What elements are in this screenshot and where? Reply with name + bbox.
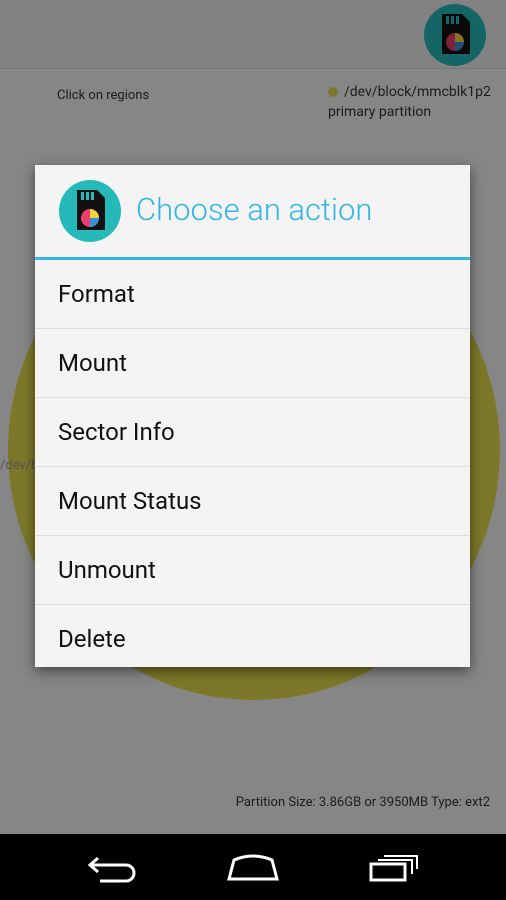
menu-item-delete[interactable]: Delete [35, 605, 470, 673]
menu-item-mount[interactable]: Mount [35, 329, 470, 398]
back-icon[interactable] [86, 852, 138, 888]
action-dialog: Choose an action Format Mount Sector Inf… [35, 165, 470, 667]
sd-card-icon [59, 180, 121, 242]
navigation-bar [0, 834, 506, 900]
dialog-header: Choose an action [35, 165, 470, 260]
dialog-title: Choose an action [136, 191, 373, 228]
menu-item-mount-status[interactable]: Mount Status [35, 467, 470, 536]
action-menu: Format Mount Sector Info Mount Status Un… [35, 260, 470, 673]
home-icon[interactable] [226, 852, 280, 888]
recents-icon[interactable] [368, 852, 420, 888]
menu-item-sector-info[interactable]: Sector Info [35, 398, 470, 467]
menu-item-format[interactable]: Format [35, 260, 470, 329]
menu-item-unmount[interactable]: Unmount [35, 536, 470, 605]
